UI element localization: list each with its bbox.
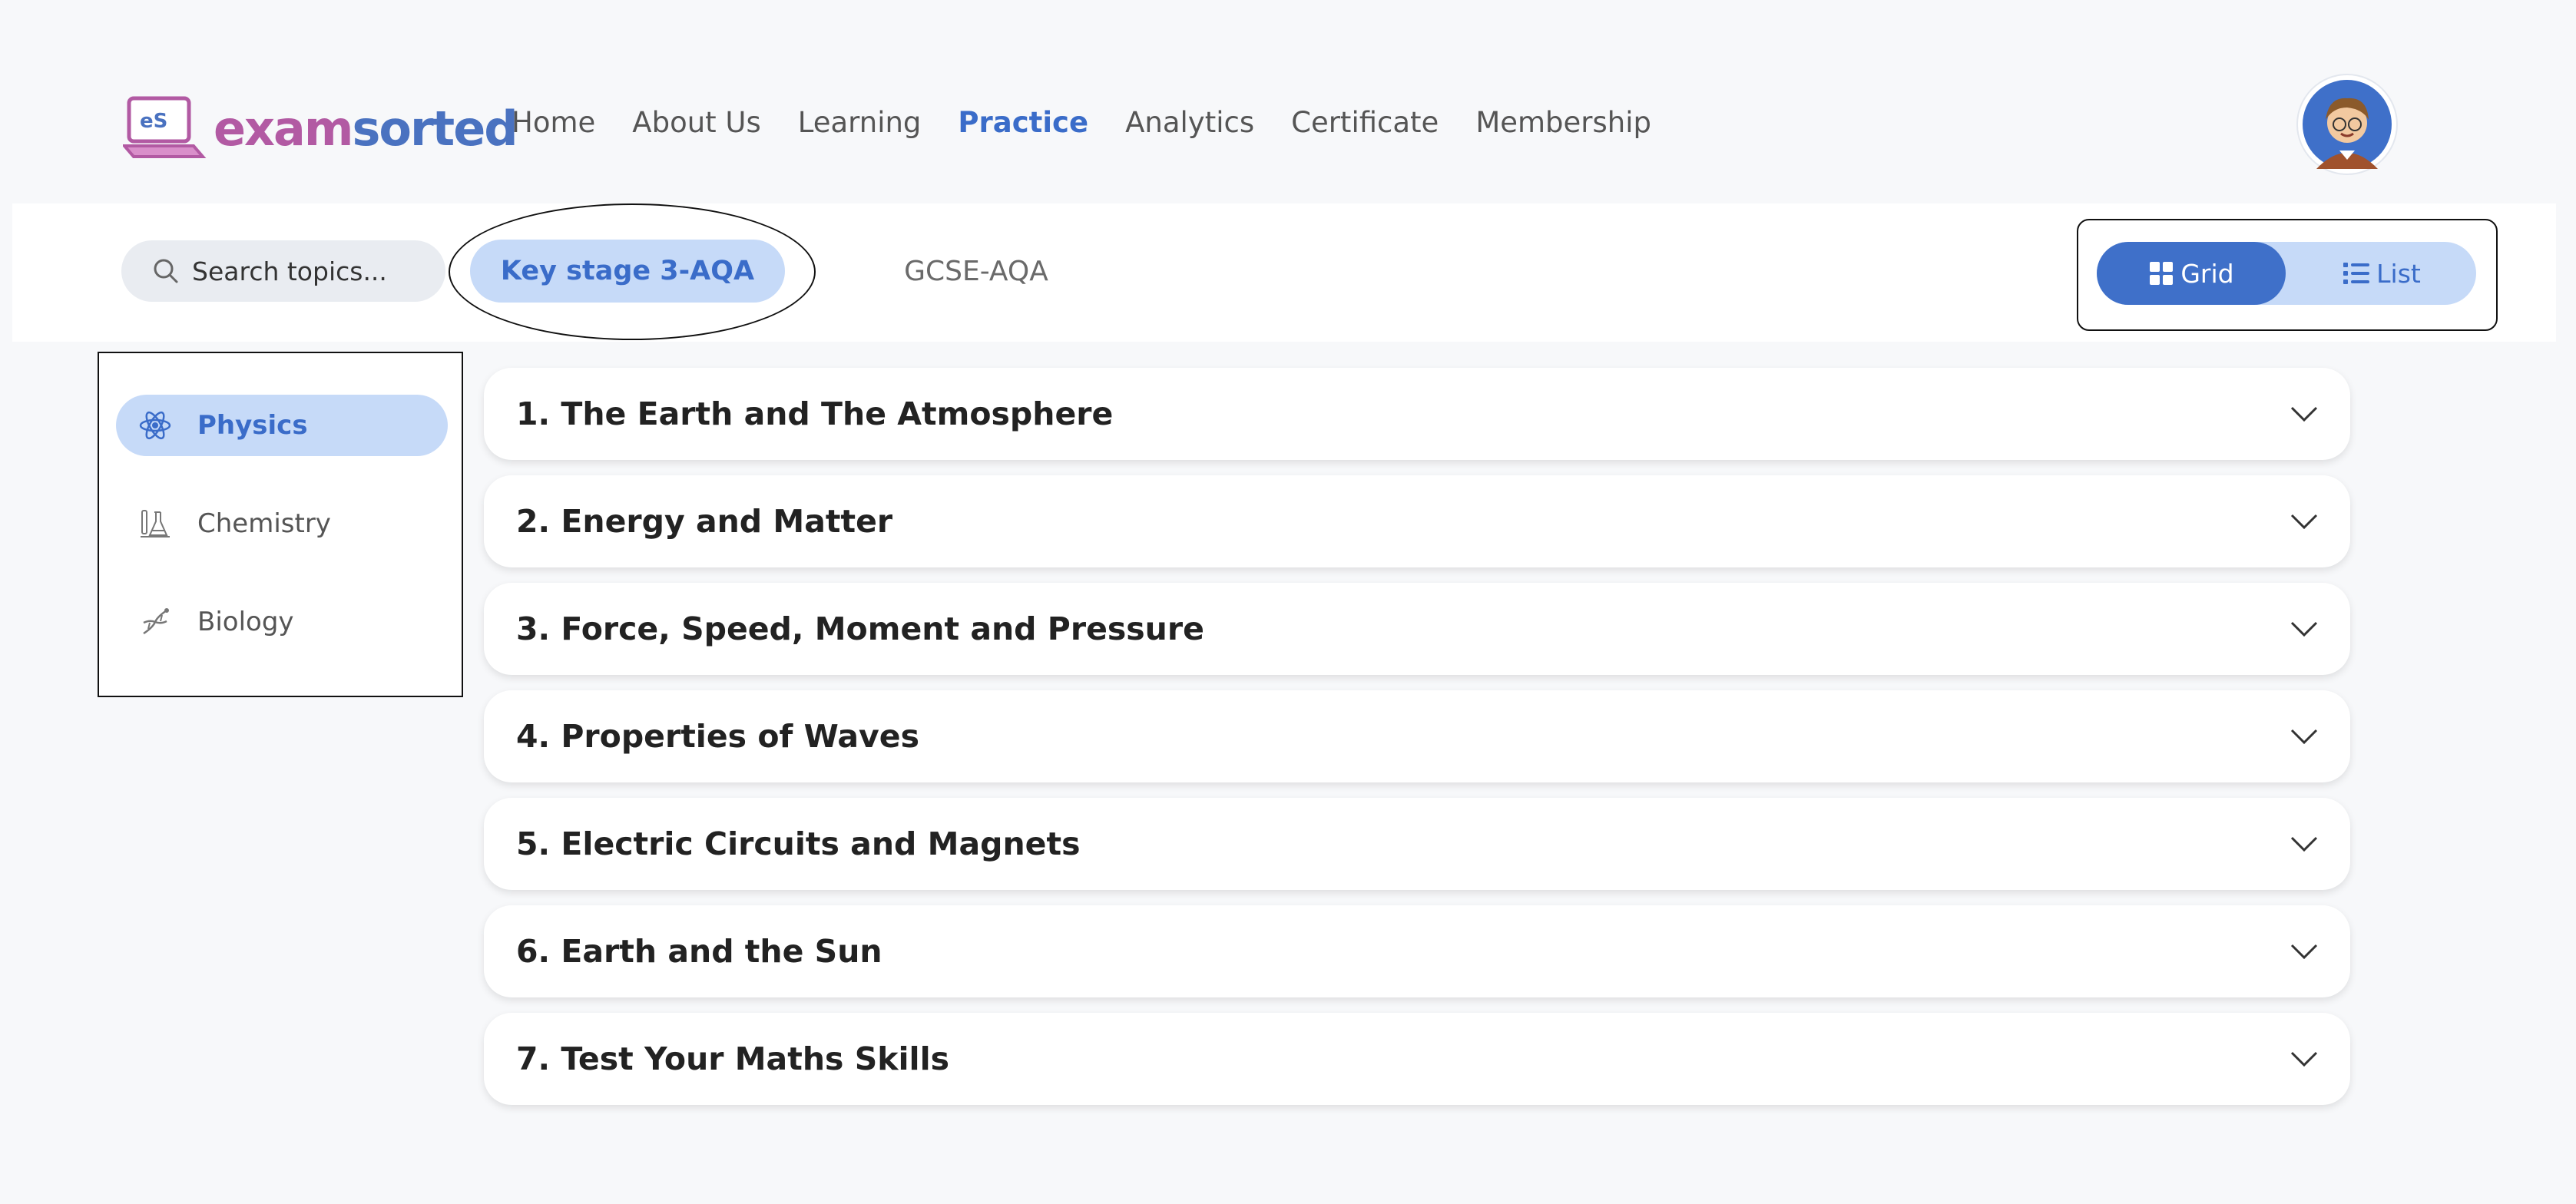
chevron-down-icon[interactable]: [2289, 405, 2319, 423]
nav-home[interactable]: Home: [512, 101, 595, 144]
topic-title: 6. Earth and the Sun: [516, 933, 882, 970]
grid-view-button[interactable]: Grid: [2097, 242, 2286, 305]
nav-about-us[interactable]: About Us: [632, 101, 761, 144]
nav-certificate[interactable]: Certificate: [1291, 101, 1439, 144]
nav-membership[interactable]: Membership: [1475, 101, 1651, 144]
nav-analytics[interactable]: Analytics: [1125, 101, 1254, 144]
topic-title: 2. Energy and Matter: [516, 503, 893, 540]
topic-accordion-4[interactable]: 4. Properties of Waves: [484, 690, 2350, 782]
topic-title: 7. Test Your Maths Skills: [516, 1040, 950, 1077]
topic-accordion-7[interactable]: 7. Test Your Maths Skills: [484, 1013, 2350, 1105]
chevron-down-icon[interactable]: [2289, 512, 2319, 531]
view-toggle-frame: Grid List: [2077, 219, 2498, 331]
search-icon: [154, 259, 178, 283]
chevron-down-icon[interactable]: [2289, 727, 2319, 746]
level-tab-gcse[interactable]: GCSE-AQA: [872, 240, 1080, 303]
filter-toolbar: Key stage 3-AQA GCSE-AQA Grid: [12, 203, 2556, 342]
user-avatar[interactable]: [2298, 75, 2396, 174]
sidebar-item-label: Biology: [197, 607, 294, 637]
chevron-down-icon[interactable]: [2289, 1050, 2319, 1068]
level-tab-key-stage-3[interactable]: Key stage 3-AQA: [470, 240, 785, 303]
topic-accordion-1[interactable]: 1. The Earth and The Atmosphere: [484, 368, 2350, 460]
list-icon: [2343, 263, 2370, 284]
chevron-down-icon[interactable]: [2289, 620, 2319, 638]
topic-title: 3. Force, Speed, Moment and Pressure: [516, 610, 1204, 647]
header: eS examsorted Home About Us Learning Pra…: [0, 0, 2576, 203]
subject-sidebar: Physics Chemistry Biology: [98, 352, 463, 697]
main-nav: Home About Us Learning Practice Analytic…: [512, 101, 1688, 144]
chevron-down-icon[interactable]: [2289, 942, 2319, 961]
logo-wordmark: examsorted: [214, 100, 518, 157]
atom-icon: [139, 411, 171, 440]
sidebar-item-chemistry[interactable]: Chemistry: [116, 493, 448, 554]
grid-icon: [2150, 262, 2174, 285]
sidebar-item-label: Chemistry: [197, 508, 331, 539]
topic-title: 1. The Earth and The Atmosphere: [516, 395, 1114, 432]
chevron-down-icon[interactable]: [2289, 835, 2319, 853]
list-view-button[interactable]: List: [2287, 242, 2476, 305]
laptop-logo-icon: eS: [123, 96, 207, 158]
sidebar-item-physics[interactable]: Physics: [116, 395, 448, 456]
topic-title: 4. Properties of Waves: [516, 718, 919, 755]
svg-text:eS: eS: [140, 110, 167, 133]
flask-icon: [141, 510, 170, 538]
list-view-label: List: [2376, 258, 2421, 289]
topic-title: 5. Electric Circuits and Magnets: [516, 825, 1081, 862]
dna-icon: [143, 608, 169, 635]
search-input[interactable]: [190, 255, 424, 287]
search-box[interactable]: [121, 240, 445, 302]
logo[interactable]: eS examsorted: [123, 95, 518, 161]
sidebar-item-label: Physics: [197, 410, 308, 441]
topic-accordion-6[interactable]: 6. Earth and the Sun: [484, 905, 2350, 997]
topic-accordion-3[interactable]: 3. Force, Speed, Moment and Pressure: [484, 583, 2350, 675]
sidebar-item-biology[interactable]: Biology: [116, 591, 448, 653]
cartoon-boy-avatar-icon: [2303, 80, 2392, 169]
topic-accordion-5[interactable]: 5. Electric Circuits and Magnets: [484, 798, 2350, 890]
topic-accordion-2[interactable]: 2. Energy and Matter: [484, 475, 2350, 567]
view-toggle: Grid List: [2097, 242, 2476, 305]
nav-practice[interactable]: Practice: [958, 101, 1088, 144]
grid-view-label: Grid: [2180, 258, 2234, 289]
nav-learning[interactable]: Learning: [798, 101, 922, 144]
